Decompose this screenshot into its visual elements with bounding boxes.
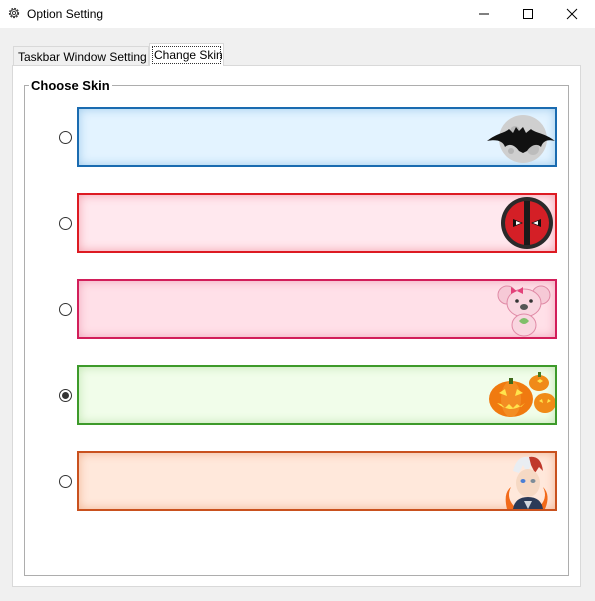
maximize-icon bbox=[523, 9, 533, 19]
close-button[interactable] bbox=[549, 0, 595, 28]
maximize-button[interactable] bbox=[505, 0, 551, 28]
title-bar: Option Setting bbox=[0, 0, 595, 28]
deadpool-icon bbox=[501, 197, 553, 249]
minimize-icon bbox=[479, 13, 489, 15]
close-icon bbox=[566, 8, 578, 20]
skin-radio-anime[interactable] bbox=[59, 475, 72, 488]
skin-option-koala[interactable] bbox=[77, 279, 557, 339]
skin-option-halloween[interactable] bbox=[77, 365, 557, 425]
skin-option-batman[interactable] bbox=[77, 107, 557, 167]
tab-label: Taskbar Window Setting bbox=[18, 50, 147, 64]
gear-icon bbox=[8, 7, 20, 19]
window-title: Option Setting bbox=[27, 7, 104, 21]
pumpkin-icon bbox=[489, 372, 555, 417]
anime-hero-icon bbox=[505, 456, 548, 509]
minimize-button[interactable] bbox=[461, 0, 507, 28]
radio-selected-dot bbox=[62, 392, 69, 399]
skin-option-deadpool[interactable] bbox=[77, 193, 557, 253]
choose-skin-group: Choose Skin bbox=[24, 79, 569, 576]
skin-radio-deadpool[interactable] bbox=[59, 217, 72, 230]
skin-radio-batman[interactable] bbox=[59, 131, 72, 144]
skin-radio-halloween[interactable] bbox=[59, 389, 72, 402]
skin-radio-koala[interactable] bbox=[59, 303, 72, 316]
pink-koala-icon bbox=[497, 285, 551, 337]
group-title: Choose Skin bbox=[29, 78, 112, 93]
tab-label: Change Skin bbox=[154, 48, 223, 62]
tab-taskbar-window-setting[interactable]: Taskbar Window Setting bbox=[13, 46, 149, 66]
skin-option-anime[interactable] bbox=[77, 451, 557, 511]
tab-page-change-skin: Choose Skin bbox=[12, 65, 581, 587]
tab-change-skin[interactable]: Change Skin bbox=[149, 43, 224, 66]
batman-moon-icon bbox=[487, 115, 555, 163]
